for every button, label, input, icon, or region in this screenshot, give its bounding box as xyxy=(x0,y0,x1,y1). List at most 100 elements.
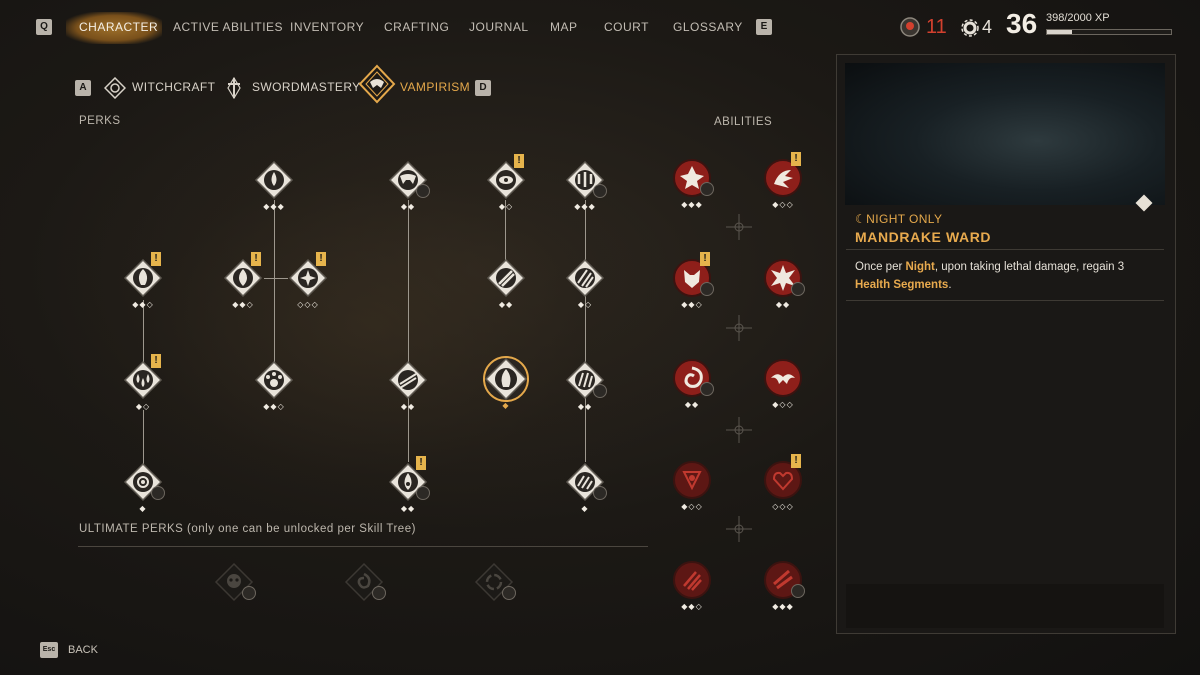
perk-node[interactable]: ◆◆◆ xyxy=(254,160,294,211)
tab-glossary[interactable]: GLOSSARY xyxy=(673,20,743,34)
perk-rank: ◆ xyxy=(502,401,510,410)
ability-rank: ◆◆ xyxy=(775,300,791,309)
lock-badge-icon xyxy=(700,382,714,396)
alert-icon: ! xyxy=(316,252,326,266)
ability-node[interactable]: ! ◆◆◇ xyxy=(672,252,714,309)
xp-readout: 398/2000 XP xyxy=(1046,12,1110,24)
ability-node[interactable]: ◆◇◇ xyxy=(763,358,803,409)
alert-icon: ! xyxy=(251,252,261,266)
perk-node[interactable]: ◆◆ xyxy=(388,160,430,211)
tab-journal[interactable]: JOURNAL xyxy=(469,20,529,34)
crosshair-icon xyxy=(726,214,752,240)
claw-strike-icon xyxy=(486,258,526,298)
perk-rank: ◆ xyxy=(581,504,589,513)
ability-rank: ◆◇◇ xyxy=(681,502,703,511)
perk-node[interactable]: ◆ xyxy=(565,462,607,513)
alert-icon: ! xyxy=(416,456,426,470)
tab-court[interactable]: COURT xyxy=(604,20,649,34)
ultimate-perk-node[interactable] xyxy=(214,562,256,602)
ability-rank: ◆◆◆ xyxy=(772,602,794,611)
ability-node[interactable]: ◆◆ xyxy=(672,358,714,409)
prev-tab-key[interactable]: Q xyxy=(36,19,52,35)
alert-icon: ! xyxy=(700,252,710,266)
xp-progress-bar xyxy=(1046,29,1172,35)
crosshair-icon xyxy=(726,315,752,341)
perk-rank: ◆◇ xyxy=(498,202,514,211)
skull-points-icon xyxy=(900,17,920,37)
perk-node[interactable]: ! ◆◇ xyxy=(486,154,526,211)
perk-rank: ◆◆◇ xyxy=(232,300,254,309)
prev-tree-key[interactable]: A xyxy=(75,80,91,96)
perk-rank: ◆◆◆ xyxy=(263,202,285,211)
back-button[interactable]: BACK xyxy=(68,644,98,656)
triple-slash-icon xyxy=(673,561,711,599)
ability-node[interactable]: ◆◆ xyxy=(763,258,805,309)
perk-rank: ◆ xyxy=(139,504,147,513)
player-level: 36 xyxy=(1006,8,1038,39)
ability-node[interactable]: ◆◇◇ xyxy=(672,460,712,511)
tab-witchcraft[interactable]: WITCHCRAFT xyxy=(132,80,215,94)
perk-node[interactable]: ! ◆◆◇ xyxy=(123,252,163,309)
tab-swordmastery[interactable]: SWORDMASTERY xyxy=(252,80,361,94)
ability-node[interactable]: ◆◆◆ xyxy=(763,560,805,611)
alert-icon: ! xyxy=(151,354,161,368)
ability-node[interactable]: ! ◆◇◇ xyxy=(763,152,803,209)
gear-icon xyxy=(961,19,979,37)
perk-node[interactable]: ◆◆ xyxy=(486,258,526,309)
perk-rank: ◆◇ xyxy=(577,300,593,309)
perk-node[interactable]: ◆◆◆ xyxy=(565,160,607,211)
perk-node[interactable]: ! ◆◇ xyxy=(123,354,163,411)
lock-badge-icon xyxy=(593,384,607,398)
escape-key[interactable]: Esc xyxy=(40,642,58,658)
tab-vampirism[interactable]: VAMPIRISM xyxy=(400,80,470,94)
lock-badge-icon xyxy=(700,182,714,196)
perk-node[interactable]: ◆◆ xyxy=(388,360,428,411)
perk-rank: ◆◆ xyxy=(400,504,416,513)
crosshair-icon xyxy=(726,516,752,542)
ultimate-perk-node[interactable] xyxy=(474,562,516,602)
perk-rank: ◆◆ xyxy=(498,300,514,309)
tab-inventory[interactable]: INVENTORY xyxy=(290,20,364,34)
ultimate-perks-heading: ULTIMATE PERKS (only one can be unlocked… xyxy=(79,523,416,535)
next-tree-key[interactable]: D xyxy=(475,80,491,96)
tab-map[interactable]: MAP xyxy=(550,20,578,34)
perk-node[interactable]: ◆◆◇ xyxy=(254,360,294,411)
ability-node[interactable]: ◆◆◇ xyxy=(672,560,712,611)
perk-node[interactable]: ! ◆◆ xyxy=(388,456,430,513)
ultimate-perk-node[interactable] xyxy=(344,562,386,602)
perk-title: MANDRAKE WARD xyxy=(855,229,992,245)
ability-rank: ◆◆◇ xyxy=(681,300,703,309)
lock-badge-icon xyxy=(502,586,516,600)
tree-connector xyxy=(274,200,275,362)
perk-rank: ◆◆◇ xyxy=(263,402,285,411)
top-nav-bar: Q CHARACTER ACTIVE ABILITIES INVENTORY C… xyxy=(0,0,1200,52)
tab-active-abilities[interactable]: ACTIVE ABILITIES xyxy=(173,20,283,34)
tree-connector xyxy=(264,278,288,279)
xp-progress-fill xyxy=(1047,30,1072,34)
next-tab-key[interactable]: E xyxy=(756,19,772,35)
lock-badge-icon xyxy=(151,486,165,500)
ability-node[interactable]: ◆◆◆ xyxy=(672,158,714,209)
perk-node[interactable]: ◆◆ xyxy=(565,360,607,411)
tree-connector xyxy=(408,200,409,462)
perk-rank: ◆◆◇ xyxy=(132,300,154,309)
ability-rank: ◆◆◇ xyxy=(681,602,703,611)
ability-rank: ◇◇◇ xyxy=(772,502,794,511)
selected-perk-node[interactable]: ◆ xyxy=(482,355,530,410)
lock-badge-icon xyxy=(242,586,256,600)
witchcraft-icon xyxy=(104,77,126,99)
paw-icon xyxy=(254,360,294,400)
slash-icon xyxy=(388,360,428,400)
perk-node[interactable]: ! ◆◆◇ xyxy=(223,252,263,309)
perk-node[interactable]: ◆ xyxy=(123,462,165,513)
perk-node[interactable]: ! ◇◇◇ xyxy=(288,252,328,309)
lock-badge-icon xyxy=(791,584,805,598)
perk-node[interactable]: ◆◇ xyxy=(565,258,605,309)
ultimate-divider xyxy=(78,546,648,547)
perk-preview-image xyxy=(845,63,1165,205)
ability-rank: ◆◆ xyxy=(684,400,700,409)
ability-node[interactable]: ! ◇◇◇ xyxy=(763,454,803,511)
tab-crafting[interactable]: CRAFTING xyxy=(384,20,449,34)
tab-character[interactable]: CHARACTER xyxy=(79,20,158,34)
ability-rank: ◆◇◇ xyxy=(772,200,794,209)
